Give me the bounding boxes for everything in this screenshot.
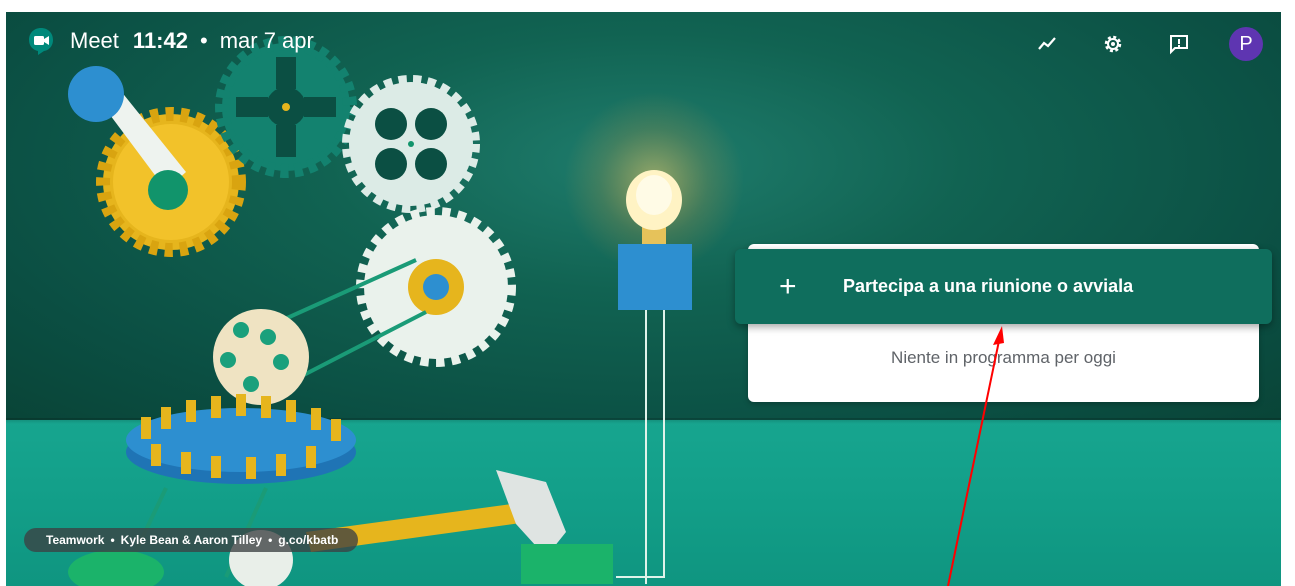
brand: Meet 11:42 • mar 7 apr <box>26 26 314 56</box>
top-bar: Meet 11:42 • mar 7 apr P <box>6 12 1281 72</box>
artwork-title: Teamwork <box>46 533 105 547</box>
avatar[interactable]: P <box>1229 27 1263 61</box>
credit-dot: • <box>110 533 115 547</box>
white-gear-holes <box>342 75 480 213</box>
toolbar-icons: P <box>999 26 1263 62</box>
artwork-artists: Kyle Bean & Aaron Tilley <box>120 533 263 547</box>
cream-disc <box>213 309 309 405</box>
big-white-gear <box>356 207 516 367</box>
no-meetings-message: Niente in programma per oggi <box>891 348 1116 367</box>
feedback-icon[interactable] <box>1161 26 1197 62</box>
artwork-link[interactable]: g.co/kbatb <box>278 533 338 547</box>
plus-icon: + <box>779 269 797 303</box>
gear-icon[interactable] <box>1095 26 1131 62</box>
join-button-label: Partecipa a una riunione o avviala <box>843 276 1134 296</box>
credit-dot: • <box>268 533 273 547</box>
hammer <box>306 470 613 584</box>
join-or-start-meeting-button[interactable]: + Partecipa a una riunione o avviala <box>735 249 1272 324</box>
blue-box <box>618 244 692 310</box>
artwork-credit[interactable]: Teamwork • Kyle Bean & Aaron Tilley • g.… <box>24 528 359 552</box>
green-wheel <box>68 550 164 586</box>
time-date-separator: • <box>199 28 208 53</box>
clock-time: 11:42 <box>132 28 188 53</box>
app-name: Meet <box>70 28 119 53</box>
meet-logo-icon <box>29 28 53 55</box>
wires <box>616 310 665 584</box>
date-label: mar 7 apr <box>219 28 314 53</box>
blue-turntable <box>126 394 356 484</box>
activity-icon[interactable] <box>1029 26 1065 62</box>
